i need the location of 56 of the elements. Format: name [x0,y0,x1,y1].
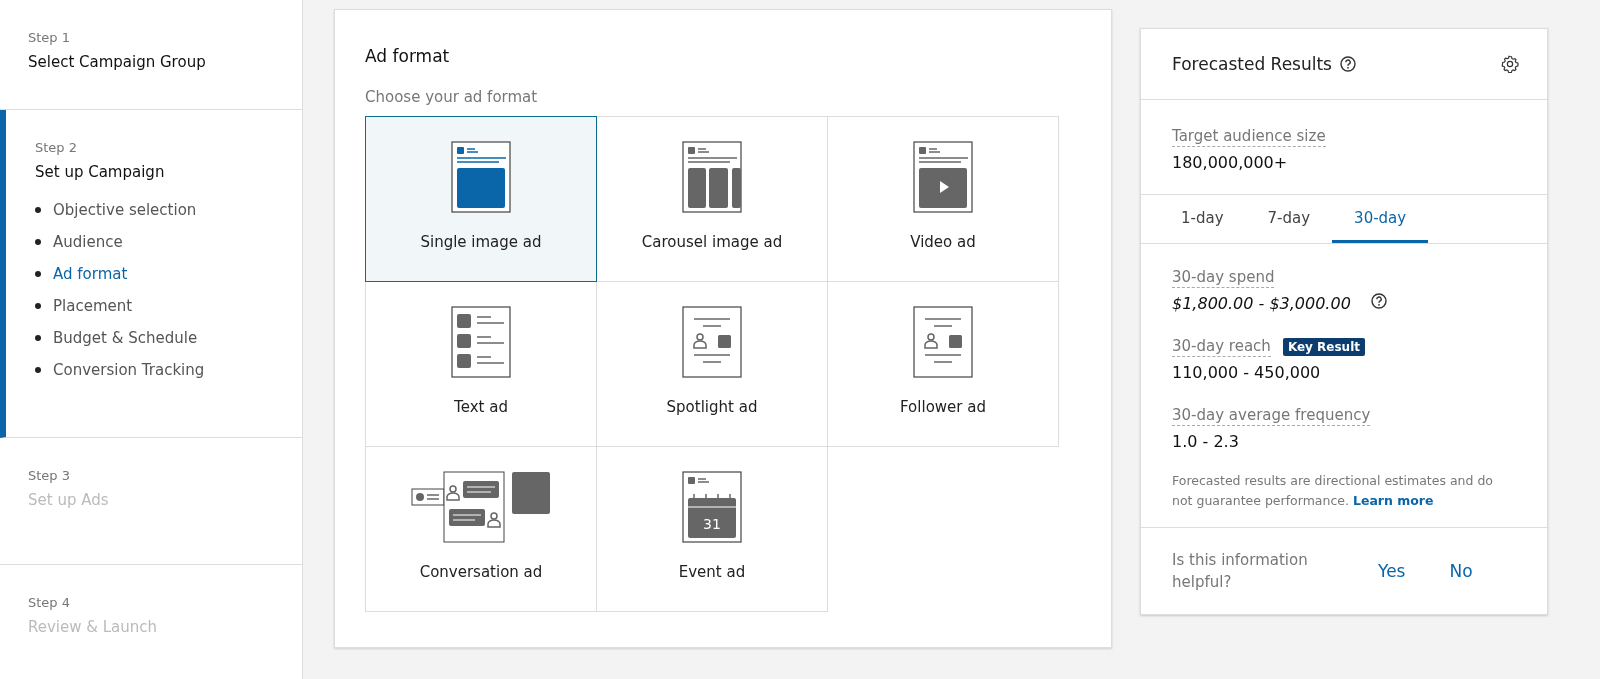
key-result-badge: Key Result [1282,338,1365,356]
metric-label[interactable]: 30-day reach [1172,337,1271,357]
single-image-ad-icon [451,141,511,213]
bullet-icon [35,239,41,245]
bullet-icon [35,303,41,309]
substep-link[interactable]: Placement [53,297,133,315]
ad-format-tile[interactable]: Single image ad [365,116,597,282]
substep-link[interactable]: Ad format [53,265,128,283]
feedback-question: Is this information helpful? [1172,549,1309,593]
substep-link[interactable]: Objective selection [53,201,197,219]
learn-more-link[interactable]: Learn more [1352,493,1434,508]
step-number: Step 2 [35,140,78,155]
bullet-icon [35,367,41,373]
bullet-icon [35,207,41,213]
carousel-ad-icon [682,141,742,213]
substep-link[interactable]: Audience [53,233,123,251]
step-number: Step 4 [28,595,71,610]
feedback-button[interactable]: No [1441,557,1481,585]
ad-format-tile[interactable]: 31 Event ad [596,446,828,612]
step-title[interactable]: Select Campaign Group [28,53,274,71]
feedback-button[interactable]: Yes [1370,557,1414,585]
substep-link[interactable]: Conversion Tracking [53,361,205,379]
conversation-ad-icon [411,471,551,543]
step-number: Step 3 [28,468,71,483]
calendar-ad-icon: 31 [682,471,742,543]
disclaimer-text: Forecasted results are directional estimates and do not guarantee performance. Learn more [1141,451,1547,528]
help-icon[interactable] [1340,56,1356,72]
metric-label[interactable]: 30-day spend [1172,268,1275,288]
period-tab[interactable]: 7-day [1245,195,1333,243]
ad-format-tile[interactable]: Video ad [827,116,1059,282]
panel-title: Forecasted Results [1172,54,1332,74]
bullet-icon [35,335,41,341]
metric-value: $1,800.00 - $3,000.00 [1172,294,1351,313]
text-ad-icon [451,306,511,378]
metric-value: 1.0 - 2.3 [1172,432,1239,451]
metric-label[interactable]: 30-day average frequency [1172,406,1371,426]
video-ad-icon [913,141,973,213]
substep-link[interactable]: Budget & Schedule [53,329,198,347]
metric-label[interactable]: Target audience size [1172,127,1326,147]
help-icon[interactable] [1370,292,1387,309]
period-tab[interactable]: 30-day [1332,195,1429,243]
step-title: Set up Ads [28,491,110,509]
settings-icon[interactable] [1501,55,1519,73]
section-title: Ad format [365,46,451,66]
spotlight-ad-icon [682,306,742,378]
section-subtitle: Choose your ad format [365,88,539,106]
metric-value: 180,000,000+ [1172,153,1289,172]
step-title[interactable]: Set up Campaign [35,163,274,181]
bullet-icon [35,271,41,277]
follower-ad-icon [913,306,973,378]
ad-format-tile[interactable]: Follower ad [827,281,1059,447]
step-number: Step 1 [28,30,71,45]
step-title: Review & Launch [28,618,159,636]
metric-value: 110,000 - 450,000 [1172,363,1321,382]
period-tab[interactable]: 1-day [1159,195,1246,243]
ad-format-tile[interactable]: Conversation ad [365,446,597,612]
